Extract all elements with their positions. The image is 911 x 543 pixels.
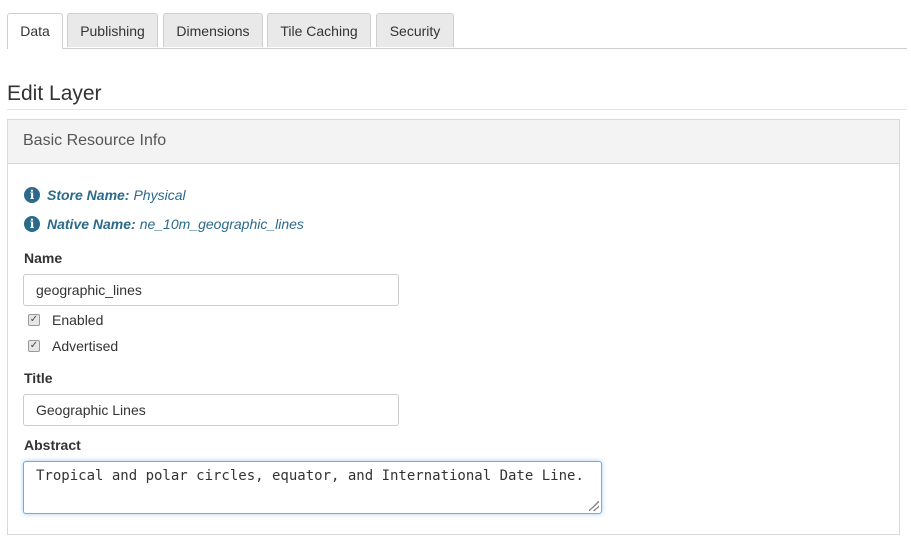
enabled-checkbox[interactable]: ✓ <box>28 314 40 326</box>
title-label: Title <box>24 370 53 386</box>
basic-resource-info-panel: Basic Resource Info i Store Name: Physic… <box>7 119 900 535</box>
native-name-info: i Native Name: ne_10m_geographic_lines <box>24 215 304 233</box>
native-name-key: Native Name: <box>47 216 136 232</box>
panel-title: Basic Resource Info <box>23 132 167 149</box>
store-name-info: i Store Name: Physical <box>24 186 186 204</box>
page-title: Edit Layer <box>7 82 102 105</box>
advertised-checkbox[interactable]: ✓ <box>28 340 40 352</box>
info-circle-icon: i <box>24 216 40 232</box>
abstract-label: Abstract <box>24 437 81 453</box>
tab-publishing[interactable]: Publishing <box>67 13 158 47</box>
store-name-key: Store Name: <box>47 187 130 203</box>
name-input[interactable]: geographic_lines <box>23 274 399 306</box>
enabled-checkbox-row[interactable]: ✓ Enabled <box>28 312 103 328</box>
name-label: Name <box>24 250 63 266</box>
title-input[interactable]: Geographic Lines <box>23 394 399 426</box>
abstract-text: Tropical and polar circles, equator, and… <box>36 468 584 484</box>
store-name-value: Physical <box>133 187 186 203</box>
info-circle-icon: i <box>24 187 40 203</box>
native-name-value: ne_10m_geographic_lines <box>139 216 304 232</box>
tab-bar: Data Publishing Dimensions Tile Caching … <box>7 13 907 49</box>
tab-security[interactable]: Security <box>376 13 454 47</box>
title-divider <box>7 109 907 110</box>
tab-tile-caching[interactable]: Tile Caching <box>267 13 371 47</box>
abstract-textarea[interactable]: Tropical and polar circles, equator, and… <box>23 461 602 514</box>
advertised-checkbox-row[interactable]: ✓ Advertised <box>28 338 118 354</box>
advertised-label: Advertised <box>52 338 119 354</box>
panel-header: Basic Resource Info <box>8 120 899 164</box>
enabled-label: Enabled <box>52 312 104 328</box>
resize-handle-icon[interactable] <box>589 501 599 511</box>
tab-data[interactable]: Data <box>7 13 63 49</box>
tab-dimensions[interactable]: Dimensions <box>163 13 263 47</box>
